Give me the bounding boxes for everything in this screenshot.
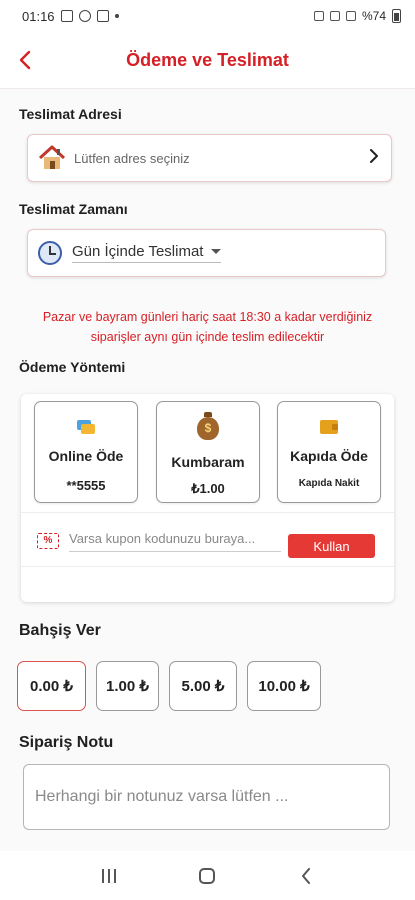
page-title: Ödeme ve Teslimat <box>126 49 289 70</box>
payment-option-title: Kumbaram <box>171 454 245 470</box>
apply-coupon-button[interactable]: Kullan <box>288 534 375 558</box>
system-back-button[interactable] <box>286 856 326 896</box>
delivery-time-label: Teslimat Zamanı <box>19 201 128 217</box>
house-icon <box>38 145 66 171</box>
address-selector[interactable]: Lütfen adres seçiniz <box>27 134 392 182</box>
coupon-input[interactable] <box>69 526 281 552</box>
money-bag-icon <box>197 412 219 440</box>
status-bar-right: %74 <box>313 9 401 23</box>
divider <box>21 512 394 513</box>
order-note-input[interactable] <box>23 764 390 830</box>
app-header: Ödeme ve Teslimat <box>0 32 415 88</box>
payment-option-subtitle: **5555 <box>66 478 106 493</box>
gallery-notification-icon <box>60 10 73 22</box>
battery-percent: %74 <box>361 9 386 23</box>
delivery-time-selector[interactable]: Gün İçinde Teslimat <box>27 229 386 277</box>
payment-option-kumbaram[interactable]: Kumbaram ₺1.00 <box>156 401 260 503</box>
dropdown-caret-icon <box>211 249 222 254</box>
order-note-label: Sipariş Notu <box>19 734 114 751</box>
delivery-time-value: Gün İçinde Teslimat <box>72 243 204 260</box>
delivery-time-dropdown[interactable]: Gün İçinde Teslimat <box>72 243 222 263</box>
delivery-notice: Pazar ve bayram günleri hariç saat 18:30… <box>42 310 373 344</box>
tip-option-1[interactable]: 1.00 ₺ <box>96 661 159 711</box>
wifi-icon <box>329 11 340 21</box>
status-bar: 01:16 %74 <box>0 0 415 32</box>
status-bar-left: 01:16 <box>22 9 119 24</box>
tip-label: Bahşiş Ver <box>19 622 101 639</box>
payment-card: Online Öde **5555 Kumbaram ₺1.00 Kapıda … <box>21 394 394 602</box>
chevron-left-icon <box>19 50 31 70</box>
tip-option-2[interactable]: 5.00 ₺ <box>169 661 237 711</box>
address-placeholder: Lütfen adres seçiniz <box>74 150 190 166</box>
alarm-icon <box>313 11 324 21</box>
recents-icon <box>102 868 117 883</box>
payment-option-subtitle: ₺1.00 <box>191 481 225 496</box>
clock-icon <box>38 241 62 265</box>
signal-icon <box>345 11 356 21</box>
payment-method-label: Ödeme Yöntemi <box>19 359 126 375</box>
instagram-notification-icon <box>96 10 109 22</box>
payment-option-online[interactable]: Online Öde **5555 <box>34 401 138 503</box>
status-time: 01:16 <box>22 8 55 24</box>
payment-option-title: Kapıda Öde <box>290 448 368 464</box>
app-notification-icon <box>78 10 91 22</box>
recents-button[interactable] <box>89 856 129 896</box>
credit-card-icon <box>77 420 95 434</box>
back-button[interactable] <box>14 46 36 74</box>
home-icon <box>199 867 216 884</box>
home-button[interactable] <box>187 856 227 896</box>
delivery-address-label: Teslimat Adresi <box>19 106 122 122</box>
divider <box>21 566 394 567</box>
payment-option-title: Online Öde <box>48 448 124 464</box>
more-notifications-icon <box>114 14 119 18</box>
chevron-right-icon <box>369 148 379 168</box>
tip-option-0[interactable]: 0.00 ₺ <box>17 661 86 711</box>
payment-option-subtitle: Kapıda Nakit <box>298 478 360 489</box>
tip-option-3[interactable]: 10.00 ₺ <box>247 661 321 711</box>
system-nav-bar <box>0 851 415 900</box>
main-content: Teslimat Adresi Lütfen adres seçiniz Tes… <box>0 89 415 851</box>
payment-option-cash-on-delivery[interactable]: Kapıda Öde Kapıda Nakit <box>277 401 381 503</box>
coupon-icon: % <box>37 533 59 549</box>
wallet-icon <box>320 420 338 434</box>
back-arrow-icon <box>301 867 310 884</box>
battery-icon <box>392 9 401 23</box>
